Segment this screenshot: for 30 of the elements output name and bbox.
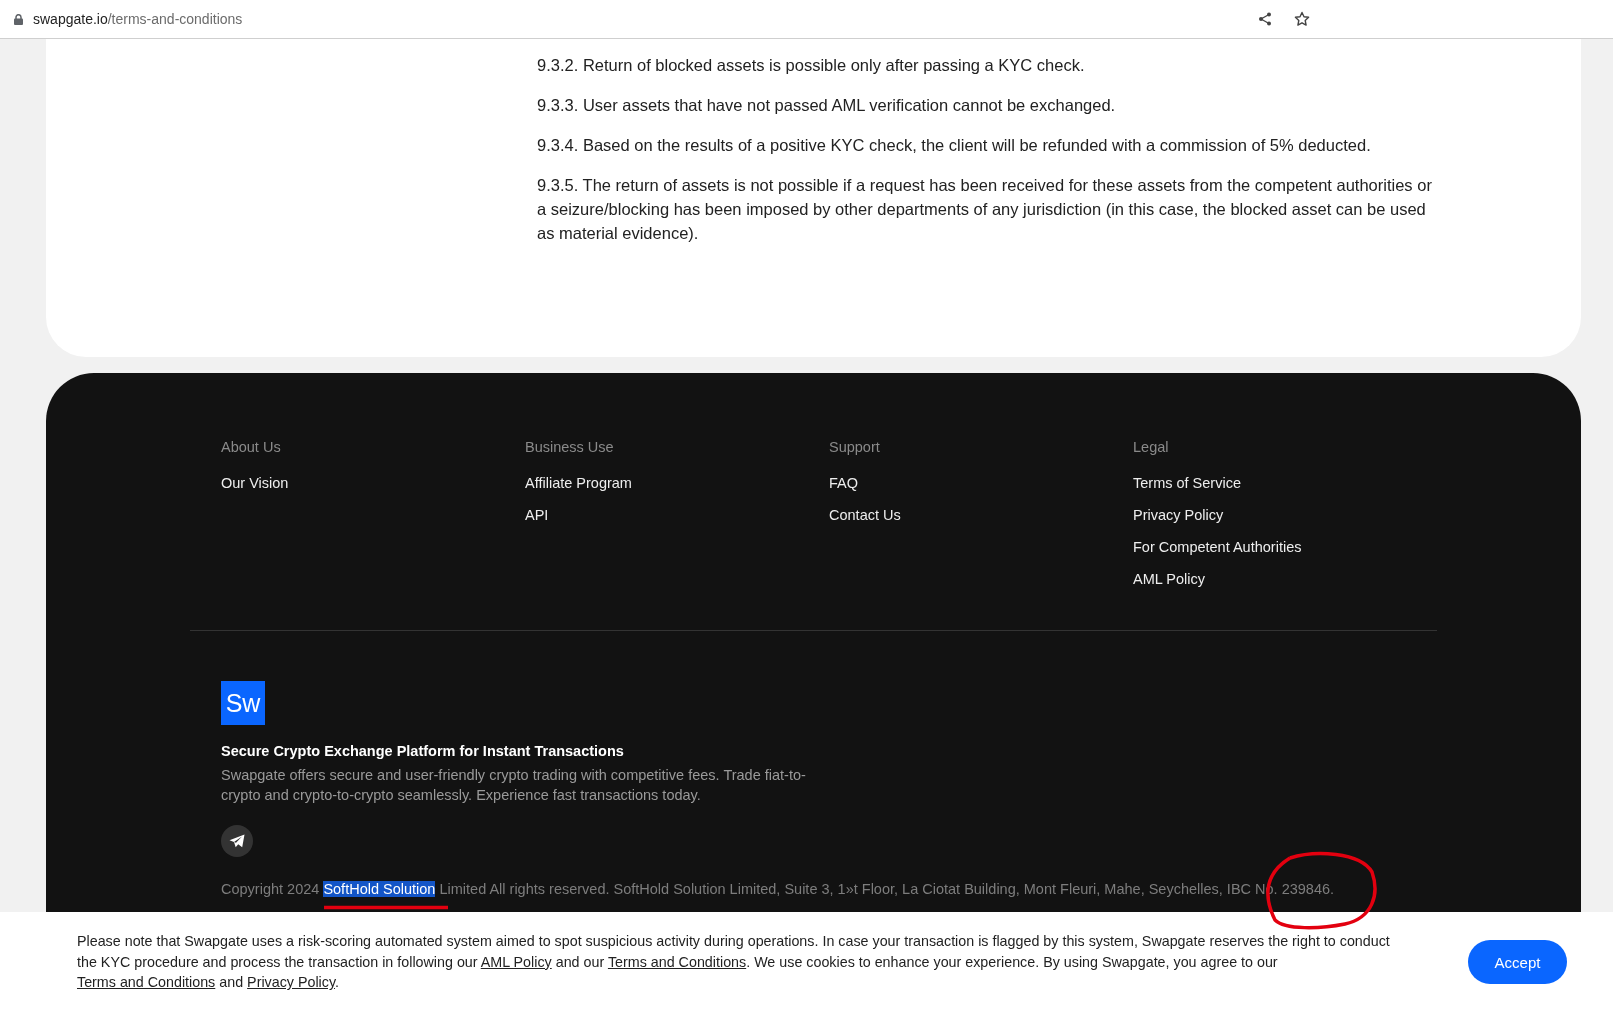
terms-clause: 9.3.5. The return of assets is not possible if a request has been received for these assets from the competent authorities or a seizure/blocking has been imposed by other departments of any jurisdiction (in this case, the blocked asset can be used as material evidence). xyxy=(537,175,1433,244)
telegram-button[interactable] xyxy=(221,825,253,857)
footer-heading: Business Use xyxy=(525,439,614,456)
accept-button[interactable]: Accept xyxy=(1468,940,1567,984)
policy-link[interactable]: Privacy Policy xyxy=(247,974,335,991)
footer-heading: About Us xyxy=(221,439,281,456)
policy-link[interactable]: Terms and Conditions xyxy=(77,974,216,991)
brand-title: Secure Crypto Exchange Platform for Instant Transactions xyxy=(221,743,624,759)
footer-link[interactable]: Our Vision xyxy=(221,475,289,492)
footer-link[interactable]: FAQ xyxy=(829,475,858,492)
lock-icon xyxy=(14,13,23,25)
logo[interactable]: Sw xyxy=(221,681,265,725)
footer-link[interactable]: For Competent Authorities xyxy=(1133,539,1302,556)
footer-link[interactable]: API xyxy=(525,507,549,524)
star-icon[interactable] xyxy=(1294,11,1310,27)
footer-link[interactable]: Terms of Service xyxy=(1133,475,1241,492)
terms-clause: 9.3.4. Based on the results of a positive KYC check, the client will be refunded with a commission of 5% deducted. xyxy=(537,135,1372,156)
paper-plane-icon xyxy=(229,834,245,848)
footer-link[interactable]: Privacy Policy xyxy=(1133,507,1224,524)
terms-clause: 9.3.2. Return of blocked assets is possible only after passing a KYC check. xyxy=(537,55,1086,76)
footer-heading: Legal xyxy=(1133,439,1169,456)
policy-link[interactable]: AML Policy xyxy=(480,953,552,970)
footer-heading: Support xyxy=(829,439,880,456)
cookie-notice: Please note that Swapgate uses a risk-scoring automated system aimed to spot suspicious activity during operations. In case your transaction is flagged by this system, Swapgate reserves the right to conduct the KYC procedure and process the transaction in following our AML Policy and our Terms and Conditions. We use cookies to enhance your experience. By using Swapgate, you agree to our Terms and Conditions and Privacy Policy. xyxy=(77,932,1391,993)
footer-link[interactable]: Affiliate Program xyxy=(525,475,632,492)
terms-clause: 9.3.3. User assets that have not passed AML verification cannot be exchanged. xyxy=(537,95,1117,116)
footer-link[interactable]: AML Policy xyxy=(1133,571,1205,588)
share-icon[interactable] xyxy=(1258,12,1272,26)
brand-description: Swapgate offers secure and user-friendly crypto trading with competitive fees. Trade fiat-to-crypto and crypto-to-crypto seamlessly. Experience fast transactions today. xyxy=(221,766,807,805)
footer-link[interactable]: Contact Us xyxy=(829,507,901,524)
